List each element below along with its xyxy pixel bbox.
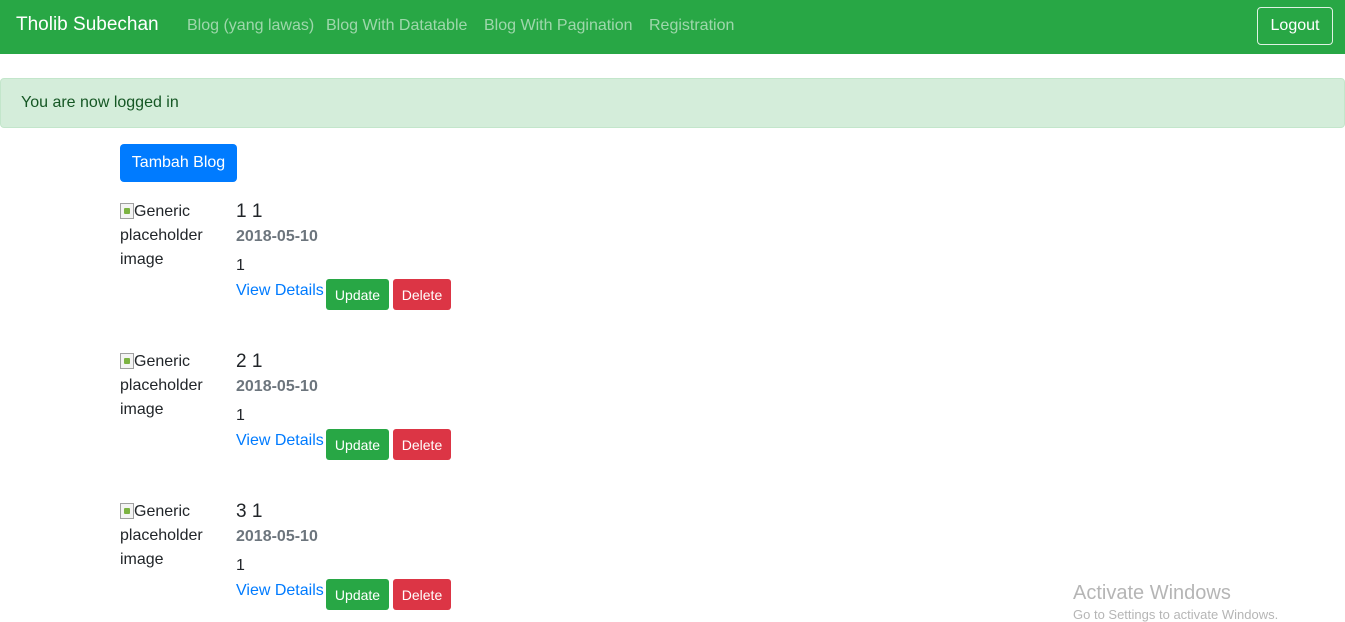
blog-item: Generic placeholder image 1 1 2018-05-10…: [120, 200, 520, 310]
update-button[interactable]: Update: [326, 279, 389, 310]
delete-button[interactable]: Delete: [393, 579, 451, 610]
blog-image: Generic placeholder image: [120, 200, 224, 280]
activate-windows-subtitle: Go to Settings to activate Windows.: [1073, 607, 1279, 622]
blog-item: Generic placeholder image 3 1 2018-05-10…: [120, 500, 520, 610]
blog-title: 1 1: [236, 201, 263, 222]
navbar-brand[interactable]: Tholib Subechan: [16, 14, 159, 36]
logout-button[interactable]: Logout: [1257, 7, 1333, 45]
blog-image: Generic placeholder image: [120, 350, 224, 430]
blog-date: 2018-05-10: [236, 378, 318, 395]
nav-link-registration[interactable]: Registration: [649, 17, 734, 35]
delete-button[interactable]: Delete: [393, 279, 451, 310]
top-navbar: Tholib Subechan Blog (yang lawas) Blog W…: [0, 0, 1345, 54]
blog-date: 2018-05-10: [236, 528, 318, 545]
view-details-link[interactable]: View Details: [236, 282, 324, 300]
update-button[interactable]: Update: [326, 579, 389, 610]
broken-image-icon: [120, 203, 134, 219]
nav-link-blog-pagination[interactable]: Blog With Pagination: [484, 17, 633, 35]
blog-body: 1: [236, 557, 245, 574]
view-details-link[interactable]: View Details: [236, 432, 324, 450]
blog-image: Generic placeholder image: [120, 500, 224, 580]
nav-link-blog-datatable[interactable]: Blog With Datatable: [326, 17, 467, 35]
update-button[interactable]: Update: [326, 429, 389, 460]
nav-link-blog-lawas[interactable]: Blog (yang lawas): [187, 17, 314, 35]
blog-body: 1: [236, 407, 245, 424]
blog-title: 3 1: [236, 501, 263, 522]
alert-message: You are now logged in: [21, 94, 179, 111]
delete-button[interactable]: Delete: [393, 429, 451, 460]
add-blog-button[interactable]: Tambah Blog: [120, 144, 237, 182]
blog-date: 2018-05-10: [236, 228, 318, 245]
blog-title: 2 1: [236, 351, 263, 372]
view-details-link[interactable]: View Details: [236, 582, 324, 600]
broken-image-icon: [120, 353, 134, 369]
login-success-alert: You are now logged in: [0, 78, 1345, 128]
activate-windows-watermark: Activate Windows: [1073, 582, 1231, 604]
broken-image-icon: [120, 503, 134, 519]
blog-body: 1: [236, 257, 245, 274]
blog-item: Generic placeholder image 2 1 2018-05-10…: [120, 350, 520, 460]
